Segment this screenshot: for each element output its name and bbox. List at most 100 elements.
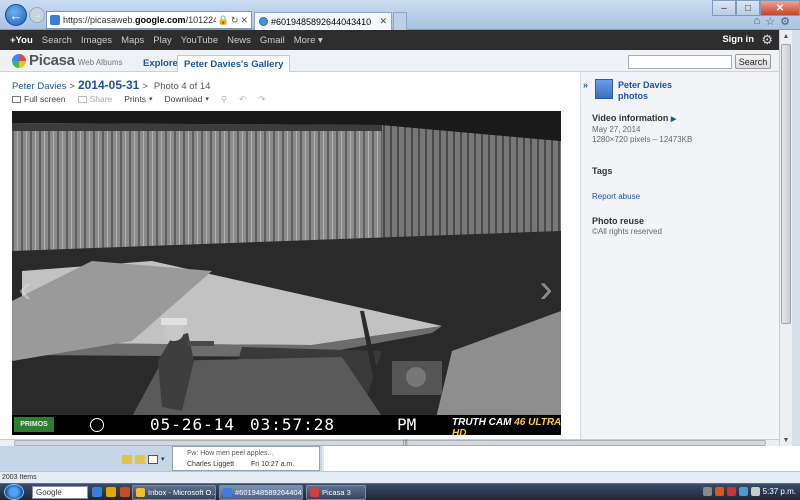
- report-abuse-link[interactable]: Report abuse: [592, 192, 640, 201]
- photo-page: Peter Davies > 2014-05-31 > Photo 4 of 1…: [0, 72, 779, 439]
- owner-photos-link[interactable]: photos: [618, 91, 648, 101]
- tab-active-page[interactable]: #6019485892644043410 ✕: [254, 12, 392, 30]
- horizontal-scrollbar[interactable]: |||: [0, 439, 779, 446]
- mail-preview[interactable]: Fw: How men peel apples... Charles Ligge…: [172, 446, 320, 471]
- tools-gear-icon[interactable]: ⚙: [780, 15, 790, 28]
- rotate-right-button[interactable]: ↷: [258, 94, 265, 105]
- tab-gallery[interactable]: Peter Davies's Gallery: [177, 55, 291, 73]
- site-favicon-icon: [50, 15, 60, 25]
- network-icon[interactable]: [739, 487, 748, 496]
- scroll-thumb[interactable]: [781, 44, 791, 324]
- background-toolbar-icons: ▾: [122, 455, 171, 464]
- fullscreen-icon: [12, 95, 21, 103]
- prints-menu[interactable]: Prints ▾: [124, 94, 152, 104]
- dropdown-icon[interactable]: ▾: [161, 455, 171, 464]
- rotate-left-button[interactable]: ↶: [239, 94, 246, 105]
- start-button[interactable]: [4, 484, 24, 500]
- stamp-time: 03:57:28: [250, 415, 336, 434]
- tray-icon[interactable]: [727, 487, 736, 496]
- avatar[interactable]: [595, 79, 613, 99]
- download-menu[interactable]: Download ▾: [165, 94, 209, 104]
- previous-photo-button[interactable]: ‹: [14, 261, 36, 317]
- full-screen-button[interactable]: Full screen: [12, 94, 66, 104]
- forward-button[interactable]: →: [29, 7, 45, 23]
- scroll-down-icon[interactable]: ▼: [780, 434, 792, 446]
- gbar-item-maps[interactable]: Maps: [121, 35, 144, 46]
- rotate-left-icon: ↶: [239, 93, 247, 104]
- ie-command-icons: ⌂ ☆ ⚙: [754, 15, 790, 28]
- lock-icon[interactable]: 🔒: [218, 15, 229, 26]
- next-photo-button[interactable]: ›: [535, 261, 557, 317]
- picasa-logo-icon: [12, 53, 26, 68]
- media-icon[interactable]: [120, 487, 130, 497]
- taskbar-item-outlook[interactable]: Inbox - Microsoft O...: [132, 485, 216, 500]
- gbar-item-play[interactable]: Play: [153, 35, 171, 46]
- search-input[interactable]: [628, 55, 732, 69]
- gbar-item-gmail[interactable]: Gmail: [260, 35, 285, 46]
- scroll-up-icon[interactable]: ▲: [780, 30, 792, 42]
- gbar-item-plus-you[interactable]: +You: [10, 35, 33, 46]
- breadcrumb-separator: >: [142, 81, 148, 92]
- video-frame[interactable]: ‹ › PRIMOS 05-26-14 03:57:28 PM TRUTH CA…: [12, 111, 561, 435]
- stop-icon[interactable]: ✕: [240, 15, 248, 26]
- clock[interactable]: 5:37 p.m.: [763, 487, 796, 496]
- gbar-item-images[interactable]: Images: [81, 35, 112, 46]
- maximize-button[interactable]: □: [736, 0, 760, 16]
- zoom-button[interactable]: ⚲: [221, 94, 227, 105]
- minimize-button[interactable]: –: [712, 0, 736, 16]
- gbar-item-more[interactable]: More ▾: [294, 35, 323, 46]
- tab-title: #6019485892644043410: [271, 16, 372, 27]
- quick-launch: [92, 487, 130, 497]
- chevron-left-icon: ‹: [18, 266, 32, 311]
- hangar-photo: [12, 111, 561, 435]
- gbar-item-search[interactable]: Search: [42, 35, 72, 46]
- video-date: May 27, 2014: [592, 125, 641, 134]
- back-arrow-icon: ←: [9, 7, 23, 23]
- ie-icon: [223, 488, 232, 497]
- taskbar-item-picasa[interactable]: Picasa 3: [306, 485, 366, 500]
- share-button[interactable]: Share: [77, 94, 112, 104]
- camera-brand: TRUTH CAM 46 ULTRA HD: [452, 417, 561, 435]
- taskbar-search-input[interactable]: Google: [32, 486, 88, 499]
- breadcrumb-owner[interactable]: Peter Davies: [12, 81, 66, 92]
- volume-icon[interactable]: [751, 487, 760, 496]
- favorites-star-icon[interactable]: ☆: [765, 15, 775, 28]
- new-tab-button[interactable]: [393, 12, 407, 30]
- system-tray: [703, 487, 760, 496]
- settings-gear-icon[interactable]: ⚙: [761, 32, 773, 48]
- window-controls: – □ ✕: [712, 0, 800, 16]
- picasa-logo[interactable]: Picasa Web Albums: [12, 52, 123, 69]
- back-button[interactable]: ←: [5, 4, 27, 26]
- owner-name-link[interactable]: Peter Davies: [618, 80, 672, 90]
- address-bar[interactable]: https://picasaweb.google.com/10122429392…: [46, 11, 252, 29]
- page-icon[interactable]: [148, 455, 158, 464]
- share-icon: [77, 95, 87, 103]
- mail-subject: Fw: How men peel apples...: [187, 450, 274, 457]
- primos-logo: PRIMOS: [14, 417, 54, 432]
- chevron-down-icon: ▾: [318, 34, 323, 46]
- sign-in-link[interactable]: Sign in: [722, 34, 754, 45]
- outlook-icon: [136, 488, 145, 497]
- gbar-item-news[interactable]: News: [227, 35, 251, 46]
- folder-icon[interactable]: [122, 455, 132, 464]
- ie-icon[interactable]: [92, 487, 102, 497]
- tray-icon[interactable]: [715, 487, 724, 496]
- home-icon[interactable]: ⌂: [754, 15, 761, 28]
- breadcrumb-album[interactable]: 2014-05-31: [78, 78, 139, 92]
- folder-icon[interactable]: [135, 455, 145, 464]
- close-window-button[interactable]: ✕: [760, 0, 800, 16]
- video-information-heading[interactable]: Video information ▶: [592, 113, 676, 123]
- chevron-right-icon: ›: [539, 266, 553, 311]
- taskbar-item-browser[interactable]: #601948589264404...: [219, 485, 303, 500]
- tray-icon[interactable]: [703, 487, 712, 496]
- gbar-item-youtube[interactable]: YouTube: [181, 35, 218, 46]
- collapse-sidebar-icon[interactable]: »: [583, 80, 588, 90]
- google-bar: +You Search Images Maps Play YouTube New…: [0, 30, 779, 50]
- vertical-scrollbar[interactable]: ▲ ▼: [779, 30, 792, 446]
- refresh-icon[interactable]: ↻: [231, 15, 239, 26]
- folder-icon[interactable]: [106, 487, 116, 497]
- search-button[interactable]: Search: [735, 54, 771, 69]
- breadcrumb-separator: >: [69, 81, 75, 92]
- photo-toolbar: Full screen Share Prints ▾ Download ▾ ⚲ ↶ …: [12, 92, 277, 106]
- tab-close-icon[interactable]: ✕: [379, 16, 387, 27]
